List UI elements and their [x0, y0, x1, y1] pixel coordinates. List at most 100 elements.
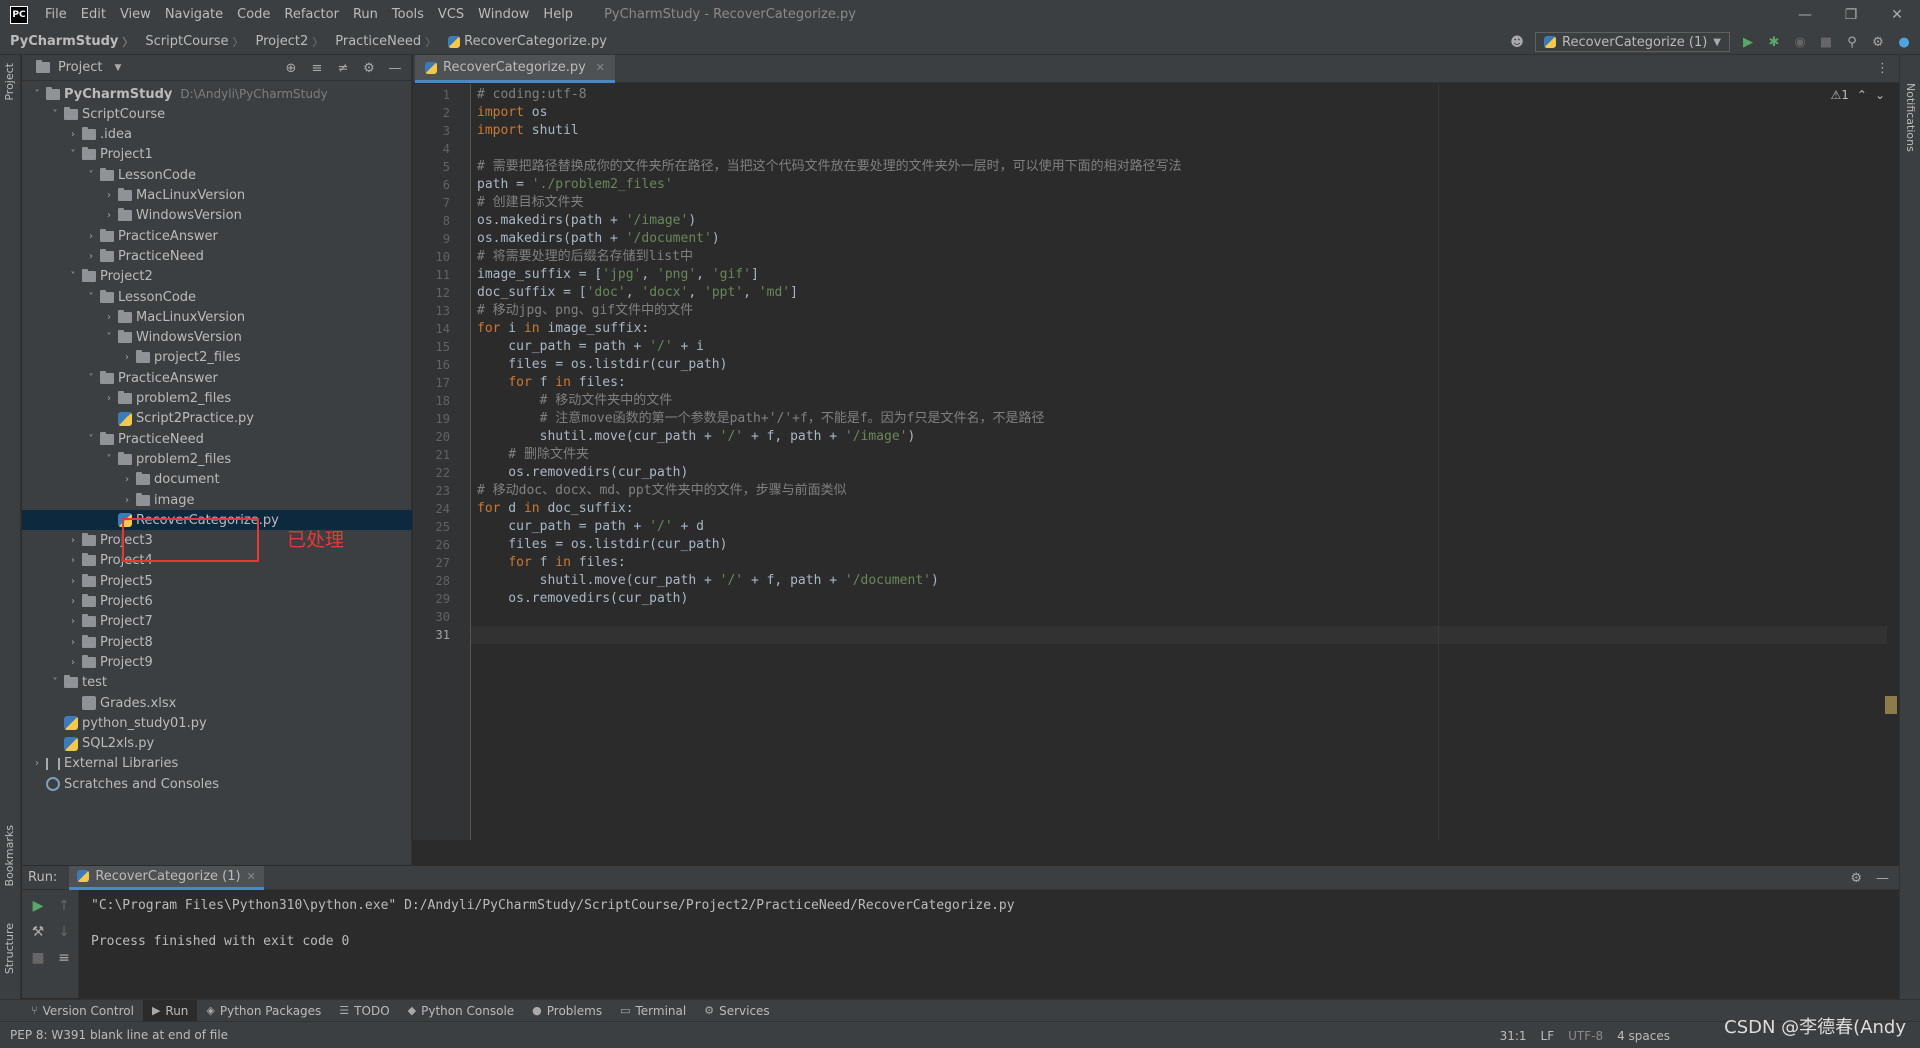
- code-line[interactable]: for i in image_suffix:: [477, 320, 649, 338]
- menu-help[interactable]: Help: [536, 7, 580, 22]
- stop-icon[interactable]: ■: [1818, 34, 1834, 50]
- menu-refactor[interactable]: Refactor: [277, 7, 346, 22]
- line-separator[interactable]: LF: [1541, 1029, 1555, 1043]
- tree-node[interactable]: › MacLinuxVersion: [22, 307, 412, 327]
- code-line[interactable]: # 移动文件夹中的文件: [477, 392, 673, 410]
- soft-wrap-icon[interactable]: ≡: [56, 950, 72, 966]
- bookmarks-stripe-button[interactable]: Bookmarks: [3, 825, 16, 886]
- close-icon[interactable]: ✕: [1874, 0, 1920, 29]
- file-encoding[interactable]: UTF-8: [1568, 1029, 1603, 1043]
- code-line[interactable]: import os: [477, 104, 547, 122]
- chevron-down-icon[interactable]: ˅: [84, 373, 98, 384]
- chevron-right-icon[interactable]: ›: [120, 352, 134, 363]
- code-line[interactable]: for f in files:: [477, 374, 625, 392]
- chevron-right-icon[interactable]: ›: [66, 576, 80, 587]
- code-line[interactable]: # 移动jpg、png、gif文件中的文件: [477, 302, 693, 320]
- run-icon[interactable]: ▶: [1740, 34, 1756, 50]
- code-line[interactable]: shutil.move(cur_path + '/' + f, path + '…: [477, 572, 939, 590]
- tool-tab-run[interactable]: ▶ Run: [142, 999, 198, 1022]
- stop-icon[interactable]: ■: [30, 950, 46, 966]
- tool-tab-services[interactable]: ⚙ Services: [695, 1000, 778, 1022]
- hide-icon[interactable]: —: [1876, 871, 1889, 886]
- breadcrumb-item[interactable]: PyCharmStudy 〉: [0, 34, 135, 50]
- notifications-stripe-button[interactable]: Notifications: [1904, 83, 1917, 152]
- tree-node[interactable]: › .idea: [22, 125, 412, 145]
- tree-node[interactable]: Grades.xlsx: [22, 693, 412, 713]
- search-icon[interactable]: ⚲: [1844, 34, 1860, 50]
- tree-node[interactable]: ˅ PracticeNeed: [22, 429, 412, 449]
- chevron-down-icon[interactable]: ▼: [114, 63, 121, 73]
- coverage-icon[interactable]: ◉: [1792, 34, 1808, 50]
- menu-view[interactable]: View: [113, 7, 158, 22]
- settings-icon[interactable]: ⚙: [1870, 34, 1886, 50]
- inspection-widget[interactable]: ⚠1 ⌃ ⌄: [1830, 88, 1885, 102]
- chevron-down-icon[interactable]: ˅: [102, 454, 116, 465]
- code-line[interactable]: # 移动doc、docx、md、ppt文件夹中的文件，步骤与前面类似: [477, 482, 847, 500]
- tree-node[interactable]: › MacLinuxVersion: [22, 186, 412, 206]
- chevron-right-icon[interactable]: ›: [84, 231, 98, 242]
- breadcrumb-item[interactable]: ScriptCourse 〉: [135, 34, 245, 50]
- code-line[interactable]: os.makedirs(path + '/image'): [477, 212, 696, 230]
- chevron-right-icon[interactable]: ›: [102, 210, 116, 221]
- chevron-right-icon[interactable]: ›: [66, 616, 80, 627]
- menu-edit[interactable]: Edit: [74, 7, 113, 22]
- tree-node[interactable]: › PracticeNeed: [22, 246, 412, 266]
- chevron-right-icon[interactable]: ›: [120, 474, 134, 485]
- tree-node[interactable]: ˅ Project2: [22, 267, 412, 287]
- wrench-icon[interactable]: ⚒: [30, 924, 46, 940]
- chevron-right-icon[interactable]: ›: [102, 393, 116, 404]
- tree-node[interactable]: › project2_files: [22, 348, 412, 368]
- menu-tools[interactable]: Tools: [385, 7, 431, 22]
- collapse-all-icon[interactable]: ≠: [335, 60, 351, 76]
- chevron-down-icon[interactable]: ˅: [66, 271, 80, 282]
- code-line[interactable]: shutil.move(cur_path + '/' + f, path + '…: [477, 428, 916, 446]
- menu-window[interactable]: Window: [471, 7, 536, 22]
- tool-tab-terminal[interactable]: ▭ Terminal: [611, 1000, 695, 1022]
- code-line[interactable]: # 删除文件夹: [477, 446, 589, 464]
- more-icon[interactable]: ⋮: [1876, 61, 1889, 76]
- code-area[interactable]: # coding:utf-8 import os import shutil # 需要…: [477, 84, 1877, 840]
- chevron-right-icon[interactable]: ›: [84, 251, 98, 262]
- code-line[interactable]: # coding:utf-8: [477, 86, 587, 104]
- tool-tab-python-packages[interactable]: ◈ Python Packages: [197, 1000, 330, 1022]
- restore-icon[interactable]: ❐: [1828, 0, 1874, 29]
- user-icon[interactable]: ☻: [1509, 34, 1525, 50]
- tree-node[interactable]: ˅ ScriptCourse: [22, 104, 412, 124]
- code-line[interactable]: os.removedirs(cur_path): [477, 590, 688, 608]
- up-icon[interactable]: ↑: [56, 898, 72, 914]
- chevron-right-icon[interactable]: ›: [120, 495, 134, 506]
- chevron-down-icon[interactable]: ˅: [102, 332, 116, 343]
- code-line[interactable]: # 将需要处理的后缀名存储到list中: [477, 248, 693, 266]
- code-line[interactable]: cur_path = path + '/' + i: [477, 338, 704, 356]
- breadcrumb-item[interactable]: PracticeNeed 〉: [325, 34, 438, 50]
- run-tab[interactable]: RecoverCategorize (1) ✕: [69, 865, 264, 890]
- run-console[interactable]: "C:\Program Files\Python310\python.exe" …: [80, 890, 1899, 998]
- tree-node[interactable]: › image: [22, 490, 412, 510]
- tree-node[interactable]: Script2Practice.py: [22, 409, 412, 429]
- chevron-down-icon[interactable]: ˅: [66, 149, 80, 160]
- code-line[interactable]: files = os.listdir(cur_path): [477, 356, 727, 374]
- code-line[interactable]: for f in files:: [477, 554, 625, 572]
- tree-node[interactable]: SQL2xls.py: [22, 734, 412, 754]
- chevron-right-icon[interactable]: ›: [66, 657, 80, 668]
- tree-node[interactable]: › Project7: [22, 612, 412, 632]
- menu-file[interactable]: File: [38, 7, 74, 22]
- scrollbar-marker[interactable]: [1885, 696, 1897, 714]
- chevron-right-icon[interactable]: ›: [102, 190, 116, 201]
- breadcrumb-item[interactable]: Project2 〉: [245, 34, 325, 50]
- close-icon[interactable]: ✕: [596, 61, 605, 74]
- chevron-down-icon[interactable]: ˅: [48, 677, 62, 688]
- gear-icon[interactable]: ⚙: [1850, 871, 1862, 886]
- tool-tab-python-console[interactable]: ◆ Python Console: [399, 1000, 524, 1022]
- tree-node[interactable]: › External Libraries: [22, 754, 412, 774]
- code-line[interactable]: image_suffix = ['jpg', 'png', 'gif']: [477, 266, 759, 284]
- chevron-down-icon[interactable]: ˅: [30, 89, 44, 100]
- tree-node[interactable]: ˅ LessonCode: [22, 165, 412, 185]
- minimize-icon[interactable]: —: [1782, 0, 1828, 29]
- project-stripe-button[interactable]: Project: [3, 63, 16, 101]
- chevron-down-icon[interactable]: ˅: [84, 170, 98, 181]
- code-line[interactable]: for d in doc_suffix:: [477, 500, 634, 518]
- tree-node[interactable]: ˅ problem2_files: [22, 449, 412, 469]
- tree-node[interactable]: › WindowsVersion: [22, 206, 412, 226]
- breadcrumb-item[interactable]: RecoverCategorize.py: [438, 34, 609, 50]
